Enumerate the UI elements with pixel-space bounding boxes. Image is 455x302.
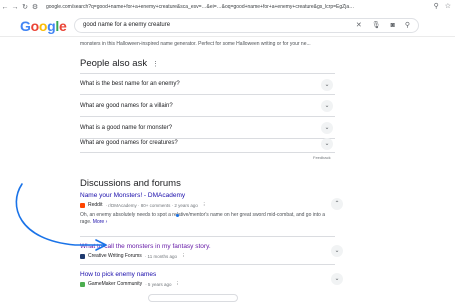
annotation-arrow bbox=[15, 183, 107, 251]
